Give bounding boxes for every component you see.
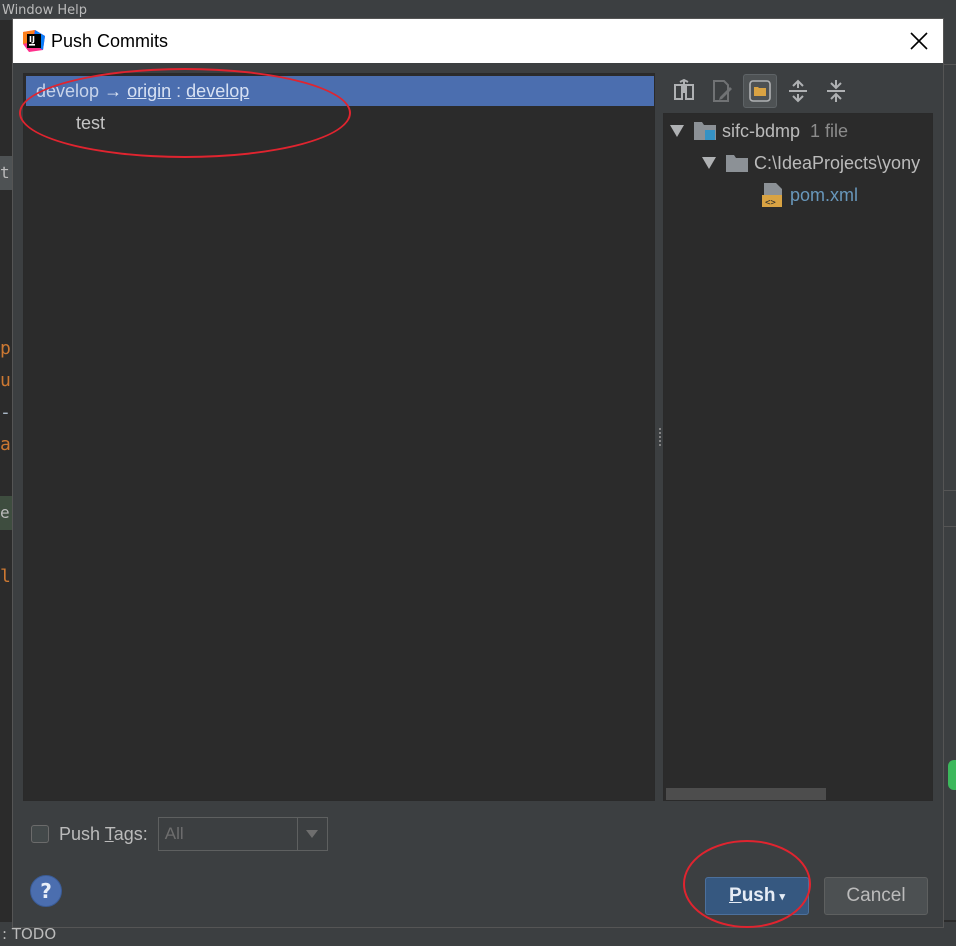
ide-code-fragment: p	[0, 338, 11, 359]
changes-toolbar	[665, 73, 935, 109]
cancel-button[interactable]: Cancel	[824, 877, 928, 915]
push-commits-dialog: IJ Push Commits develop → origin : devel…	[12, 18, 944, 928]
branch-separator: :	[176, 81, 182, 101]
push-tags-checkbox[interactable]	[31, 825, 49, 843]
ide-menu-text: Window Help	[2, 3, 88, 18]
push-button[interactable]: Push ▾	[705, 877, 809, 915]
dialog-title: Push Commits	[51, 30, 169, 51]
svg-text:<>: <>	[765, 198, 776, 207]
ide-code-fragment: le	[0, 566, 12, 587]
dropdown-caret-icon[interactable]: ▾	[779, 890, 785, 903]
tree-root-row[interactable]: sifc-bdmp 1 file	[670, 116, 848, 146]
xml-file-icon: <>	[762, 183, 784, 207]
commit-list-item[interactable]: test	[76, 108, 105, 138]
tags-mode-select[interactable]: All	[157, 817, 328, 851]
push-tags-group: Push Tags: All	[31, 817, 328, 851]
local-branch-label: develop	[36, 81, 100, 101]
collapse-all-icon	[827, 80, 845, 102]
expand-all-icon	[789, 79, 807, 103]
svg-text:IJ: IJ	[29, 35, 35, 44]
ide-notification-marker[interactable]	[948, 760, 956, 790]
ide-code-fragment: a	[0, 434, 11, 455]
changes-tree-panel: sifc-bdmp 1 file C:\IdeaProjects\yony <>	[663, 113, 933, 801]
push-button-label: Push	[729, 885, 776, 906]
ide-menu-strip: Window Help	[0, 0, 956, 20]
folder-path: C:\IdeaProjects\yony	[754, 152, 921, 173]
ide-code-fragment: u	[0, 370, 11, 391]
help-icon: ?	[40, 879, 52, 903]
tree-file-row[interactable]: <> pom.xml	[762, 180, 858, 210]
ide-editor-tab-fragment[interactable]: t	[0, 156, 12, 190]
expand-all-button[interactable]	[781, 74, 815, 108]
push-tags-label[interactable]: Push Tags:	[59, 824, 148, 845]
group-by-directory-icon	[749, 80, 771, 102]
close-button[interactable]	[903, 25, 935, 57]
file-name: pom.xml	[790, 184, 859, 205]
push-arrow-icon: →	[104, 81, 123, 101]
splitter-grip-icon	[658, 427, 662, 447]
ide-code-fragment: -	[0, 402, 11, 423]
file-count: 1 file	[810, 120, 849, 141]
dialog-titlebar: IJ Push Commits	[13, 19, 943, 63]
group-by-directory-button[interactable]	[743, 74, 777, 108]
folder-icon	[726, 154, 748, 172]
tags-mode-value: All	[164, 824, 184, 843]
show-diff-button[interactable]	[667, 74, 701, 108]
intellij-app-icon: IJ	[23, 30, 45, 52]
diff-icon	[674, 79, 694, 100]
edit-source-button[interactable]	[705, 74, 739, 108]
ide-editor-edge	[0, 20, 12, 920]
remote-name-link[interactable]: origin	[127, 81, 171, 101]
help-button[interactable]: ?	[30, 875, 62, 907]
module-folder-icon	[694, 121, 716, 141]
close-icon	[910, 32, 928, 50]
module-name: sifc-bdmp	[722, 120, 801, 141]
ide-code-highlight-fragment: e	[0, 496, 12, 530]
expand-triangle-icon[interactable]	[670, 125, 684, 137]
collapse-all-button[interactable]	[819, 74, 853, 108]
chevron-down-icon[interactable]	[296, 818, 327, 850]
commits-tree-panel: develop → origin : develop test	[23, 73, 655, 801]
edit-source-icon	[713, 80, 732, 102]
remote-branch-link[interactable]: develop	[186, 81, 249, 101]
branch-mapping-row[interactable]: develop → origin : develop	[26, 76, 654, 106]
expand-triangle-icon[interactable]	[702, 157, 716, 169]
horizontal-scrollbar[interactable]	[666, 788, 826, 800]
tree-folder-row[interactable]: C:\IdeaProjects\yony	[702, 148, 920, 178]
